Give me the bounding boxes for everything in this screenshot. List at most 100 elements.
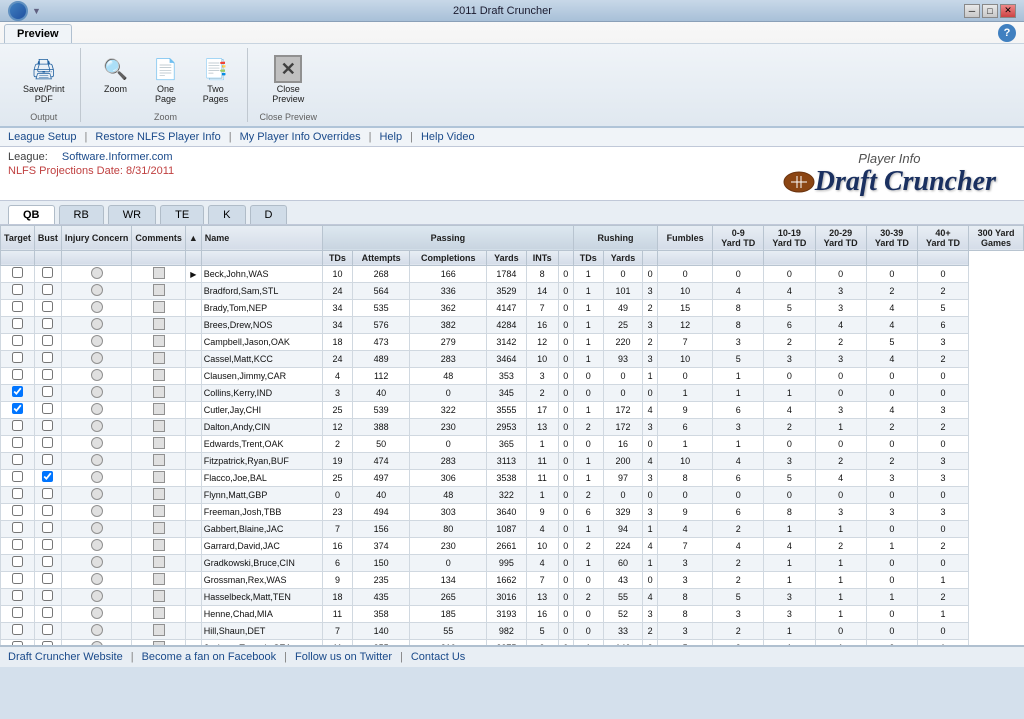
cell-td3039: 0 [815,265,866,282]
footer-twitter-link[interactable]: Follow us on Twitter [295,651,392,663]
cell-target[interactable] [1,452,35,469]
footer-contact-link[interactable]: Contact Us [411,651,465,663]
footer-facebook-link[interactable]: Become a fan on Facebook [142,651,277,663]
player-table: Target Bust Injury Concern Comments ▲ Na… [0,225,1024,645]
cell-name: Clausen,Jimmy,CAR [201,367,322,384]
cell-bust[interactable] [34,350,61,367]
th-sort-arrow[interactable]: ▲ [185,225,201,250]
cell-injury [61,367,132,384]
cell-bust[interactable] [34,486,61,503]
cell-bust[interactable] [34,367,61,384]
cell-pc: 322 [410,401,487,418]
cell-td1019: 3 [713,418,764,435]
cell-bust[interactable] [34,384,61,401]
cell-bust[interactable] [34,520,61,537]
cell-target[interactable] [1,622,35,639]
cell-bust[interactable] [34,333,61,350]
cell-target[interactable] [1,469,35,486]
cell-bust[interactable] [34,537,61,554]
my-player-overrides-link[interactable]: My Player Info Overrides [240,131,361,143]
cell-target[interactable] [1,503,35,520]
minimize-button[interactable]: ─ [964,4,980,18]
help-icon[interactable]: ? [998,24,1016,42]
cell-target[interactable] [1,520,35,537]
cell-bust[interactable] [34,316,61,333]
pos-tab-qb[interactable]: QB [8,205,55,224]
cell-target[interactable] [1,588,35,605]
cell-bust[interactable] [34,452,61,469]
cell-target[interactable] [1,367,35,384]
cell-target[interactable] [1,605,35,622]
close-preview-button[interactable]: ✕ ClosePreview [265,48,311,110]
cell-target[interactable] [1,435,35,452]
cell-target[interactable] [1,333,35,350]
tab-preview[interactable]: Preview [4,24,72,43]
cell-name: Campbell,Jason,OAK [201,333,322,350]
pos-tab-te[interactable]: TE [160,205,204,224]
cell-f: 0 [643,571,658,588]
cell-target[interactable] [1,554,35,571]
cell-target[interactable] [1,571,35,588]
pos-tab-k[interactable]: K [208,205,245,224]
cell-bust[interactable] [34,401,61,418]
cell-td1019: 0 [713,265,764,282]
save-print-button[interactable]: 🖨 Save/PrintPDF [16,48,72,110]
cell-bust[interactable] [34,418,61,435]
cell-bust[interactable] [34,622,61,639]
cell-ra: 0 [558,435,573,452]
cell-bust[interactable] [34,469,61,486]
cell-ra: 0 [558,622,573,639]
cell-target[interactable] [1,265,35,282]
th-name[interactable]: Name [201,225,322,250]
cell-target[interactable] [1,316,35,333]
cell-bust[interactable] [34,265,61,282]
cell-f: 0 [643,435,658,452]
cell-bust[interactable] [34,554,61,571]
cell-name: Brees,Drew,NOS [201,316,322,333]
cell-target[interactable] [1,537,35,554]
footer-draft-cruncher-link[interactable]: Draft Cruncher Website [8,651,123,663]
cell-bust[interactable] [34,571,61,588]
footer-sep-1: | [131,651,134,663]
cell-bust[interactable] [34,588,61,605]
cell-target[interactable] [1,282,35,299]
cell-bust[interactable] [34,605,61,622]
cell-ry: 220 [603,333,642,350]
cell-bust[interactable] [34,282,61,299]
one-page-button[interactable]: 📄 OnePage [143,48,189,110]
cell-target[interactable] [1,350,35,367]
position-tabs: QBRBWRTEKD [0,201,1024,225]
cell-td3039: 3 [815,503,866,520]
cell-py: 3529 [487,282,526,299]
help-video-link[interactable]: Help Video [421,131,475,143]
cell-bust[interactable] [34,299,61,316]
footer: Draft Cruncher Website | Become a fan on… [0,645,1024,667]
cell-bust[interactable] [34,503,61,520]
cell-bust[interactable] [34,639,61,645]
cell-bust[interactable] [34,435,61,452]
maximize-button[interactable]: □ [982,4,998,18]
cell-target[interactable] [1,299,35,316]
cell-td2029: 0 [764,435,815,452]
restore-nlfs-link[interactable]: Restore NLFS Player Info [95,131,220,143]
close-button[interactable]: ✕ [1000,4,1016,18]
cell-target[interactable] [1,486,35,503]
zoom-button[interactable]: 🔍 Zoom [93,48,139,110]
cell-target[interactable] [1,401,35,418]
cell-ra: 0 [558,265,573,282]
pos-tab-rb[interactable]: RB [59,205,104,224]
pos-tab-wr[interactable]: WR [108,205,156,224]
cell-target[interactable] [1,418,35,435]
table-container[interactable]: Target Bust Injury Concern Comments ▲ Na… [0,225,1024,645]
cell-f: 3 [643,503,658,520]
two-pages-button[interactable]: 📑 TwoPages [193,48,239,110]
th-sub-comments [132,250,186,265]
cell-ptd: 34 [322,299,352,316]
cell-target[interactable] [1,384,35,401]
pos-tab-d[interactable]: D [250,205,288,224]
cell-target[interactable] [1,639,35,645]
help-link[interactable]: Help [379,131,402,143]
league-setup-link[interactable]: League Setup [8,131,77,143]
cell-pa: 355 [352,639,409,645]
nlfs-info: NLFS Projections Date: 8/31/2011 [8,165,174,177]
